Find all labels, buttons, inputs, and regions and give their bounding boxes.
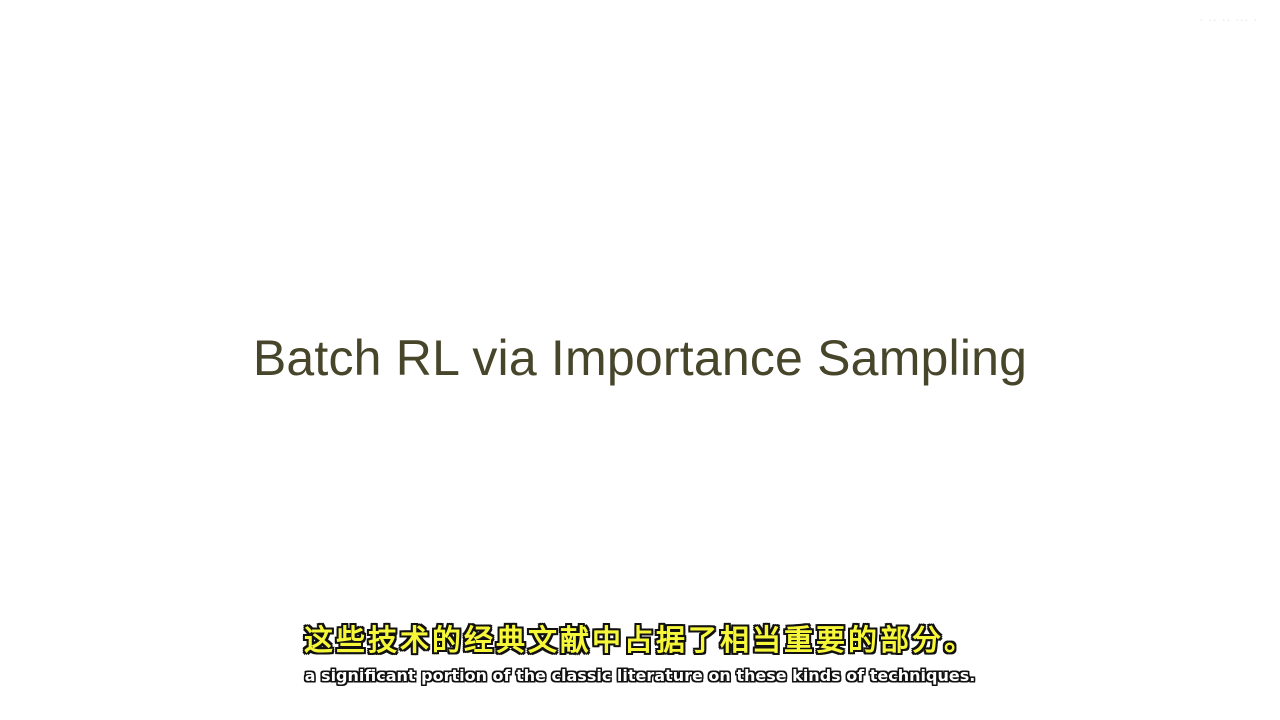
subtitle-chinese: 这些技术的经典文献中占据了相当重要的部分。 <box>303 623 976 657</box>
presentation-slide: · ·· ·· ··· · Batch RL via Importance Sa… <box>0 0 1280 720</box>
watermark: · ·· ·· ··· · <box>1199 14 1258 27</box>
slide-title: Batch RL via Importance Sampling <box>252 330 1028 386</box>
subtitle-english: a significant portion of the classic lit… <box>304 666 976 685</box>
